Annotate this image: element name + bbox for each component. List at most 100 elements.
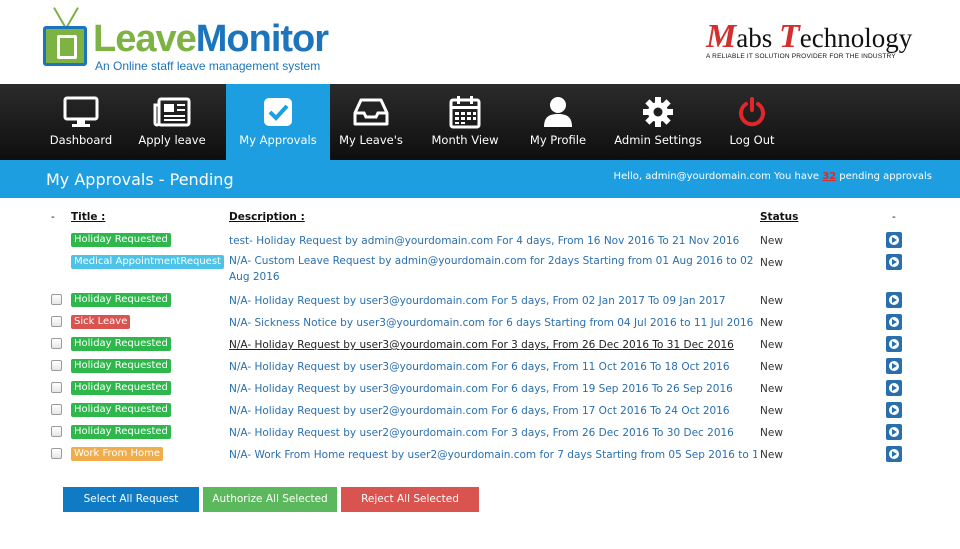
view-request-button[interactable] <box>886 424 902 440</box>
row-checkbox[interactable] <box>51 294 62 305</box>
status-text: New <box>760 295 783 307</box>
row-checkbox[interactable] <box>51 382 62 393</box>
request-description-link[interactable]: N/A- Custom Leave Request by admin@yourd… <box>229 253 757 285</box>
table-row: Holiday Requested N/A- Holiday Request b… <box>0 334 960 356</box>
mabs-tagline: A RELIABLE IT SOLUTION PROVIDER FOR THE … <box>706 53 896 60</box>
arrow-circle-right-icon <box>889 449 899 459</box>
view-request-button[interactable] <box>886 446 902 462</box>
inbox-icon <box>334 96 408 128</box>
view-request-button[interactable] <box>886 292 902 308</box>
view-request-button[interactable] <box>886 314 902 330</box>
leave-type-badge: Sick Leave <box>71 315 131 329</box>
user-icon <box>524 96 592 128</box>
row-checkbox[interactable] <box>51 316 62 327</box>
arrow-circle-right-icon <box>889 361 899 371</box>
table-row: Medical AppointmentRequest N/A- Custom L… <box>0 252 960 286</box>
view-request-button[interactable] <box>886 358 902 374</box>
calendar-icon <box>424 96 506 129</box>
row-checkbox[interactable] <box>51 426 62 437</box>
logo-name: LeaveMonitor <box>93 18 329 60</box>
status-text: New <box>760 339 783 351</box>
table-row: Holiday Requested N/A- Holiday Request b… <box>0 378 960 400</box>
column-header-description[interactable]: Description : <box>229 211 305 223</box>
arrow-circle-right-icon <box>889 257 899 267</box>
request-description-link[interactable]: N/A- Holiday Request by user3@yourdomain… <box>229 359 757 375</box>
leave-type-badge: Work From Home <box>71 447 163 461</box>
logo-tv-icon <box>43 26 87 66</box>
request-description-link[interactable]: N/A- Holiday Request by user3@yourdomain… <box>229 381 757 397</box>
leave-type-badge: Holiday Requested <box>71 381 171 395</box>
arrow-circle-right-icon <box>889 235 899 245</box>
status-text: New <box>760 383 783 395</box>
table-row: Holiday Requested test- Holiday Request … <box>0 230 960 252</box>
view-request-button[interactable] <box>886 380 902 396</box>
request-description-link[interactable]: N/A- Holiday Request by user2@yourdomain… <box>229 425 757 441</box>
nav-apply-leave[interactable]: Apply leave <box>134 84 210 160</box>
status-text: New <box>760 361 783 373</box>
request-description-link[interactable]: test- Holiday Request by admin@yourdomai… <box>229 233 757 249</box>
view-request-button[interactable] <box>886 254 902 270</box>
table-row: Work From Home N/A- Work From Home reque… <box>0 444 960 466</box>
row-checkbox[interactable] <box>51 404 62 415</box>
nav-my-leaves[interactable]: My Leave's <box>334 84 408 160</box>
column-header-status[interactable]: Status <box>760 211 798 223</box>
status-text: New <box>760 449 783 461</box>
header-checkbox-placeholder: - <box>51 211 55 223</box>
checkbox-icon <box>226 96 330 128</box>
row-checkbox[interactable] <box>51 448 62 459</box>
monitor-icon <box>42 96 120 128</box>
request-description-link[interactable]: N/A- Holiday Request by user2@yourdomain… <box>229 403 757 419</box>
nav-month-view[interactable]: Month View <box>424 84 506 160</box>
table-row: Holiday Requested N/A- Holiday Request b… <box>0 422 960 444</box>
pending-count-link[interactable]: 32 <box>822 171 836 182</box>
select-all-button[interactable]: Select All Request <box>63 487 199 512</box>
nav-admin-settings[interactable]: Admin Settings <box>612 84 704 160</box>
arrow-circle-right-icon <box>889 317 899 327</box>
row-checkbox[interactable] <box>51 338 62 349</box>
authorize-selected-button[interactable]: Authorize All Selected <box>203 487 337 512</box>
table-row: Holiday Requested N/A- Holiday Request b… <box>0 356 960 378</box>
view-request-button[interactable] <box>886 336 902 352</box>
header: LeaveMonitor An Online staff leave manag… <box>0 0 960 84</box>
row-checkbox[interactable] <box>51 360 62 371</box>
page-title: My Approvals - Pending <box>46 170 234 189</box>
reject-selected-button[interactable]: Reject All Selected <box>341 487 479 512</box>
status-text: New <box>760 257 783 269</box>
request-description-link[interactable]: N/A- Holiday Request by user3@yourdomain… <box>229 337 757 353</box>
arrow-circle-right-icon <box>889 383 899 393</box>
greeting-text: Hello, admin@yourdomain.com You have 32 … <box>613 171 932 182</box>
mabs-technology-logo: Mabs Technology A RELIABLE IT SOLUTION P… <box>706 20 922 68</box>
arrow-circle-right-icon <box>889 405 899 415</box>
header-action-placeholder: - <box>892 211 896 223</box>
status-text: New <box>760 235 783 247</box>
leave-type-badge: Holiday Requested <box>71 293 171 307</box>
nav-log-out[interactable]: Log Out <box>724 84 780 160</box>
arrow-circle-right-icon <box>889 427 899 437</box>
status-text: New <box>760 317 783 329</box>
view-request-button[interactable] <box>886 232 902 248</box>
leave-type-badge: Holiday Requested <box>71 337 171 351</box>
status-text: New <box>760 427 783 439</box>
subheader-bar: My Approvals - Pending Hello, admin@your… <box>0 160 960 198</box>
column-header-title[interactable]: Title : <box>71 211 105 223</box>
logo-tagline: An Online staff leave management system <box>95 59 321 73</box>
request-description-link[interactable]: N/A- Holiday Request by user3@yourdomain… <box>229 293 757 309</box>
power-icon <box>724 96 780 128</box>
nav-my-profile[interactable]: My Profile <box>524 84 592 160</box>
leave-type-badge: Holiday Requested <box>71 403 171 417</box>
leavemonitor-logo[interactable]: LeaveMonitor An Online staff leave manag… <box>43 6 343 78</box>
table-row: Holiday Requested N/A- Holiday Request b… <box>0 400 960 422</box>
view-request-button[interactable] <box>886 402 902 418</box>
gear-icon <box>612 96 704 128</box>
newspaper-icon <box>134 96 210 128</box>
request-description-link[interactable]: N/A- Sickness Notice by user3@yourdomain… <box>229 315 757 331</box>
leave-type-badge: Medical AppointmentRequest <box>71 255 224 269</box>
request-description-link[interactable]: N/A- Work From Home request by user2@you… <box>229 447 757 463</box>
nav-my-approvals[interactable]: My Approvals <box>226 84 330 160</box>
arrow-circle-right-icon <box>889 339 899 349</box>
status-text: New <box>760 405 783 417</box>
leave-type-badge: Holiday Requested <box>71 233 171 247</box>
nav-dashboard[interactable]: Dashboard <box>42 84 120 160</box>
arrow-circle-right-icon <box>889 295 899 305</box>
table-row: Holiday Requested N/A- Holiday Request b… <box>0 290 960 312</box>
